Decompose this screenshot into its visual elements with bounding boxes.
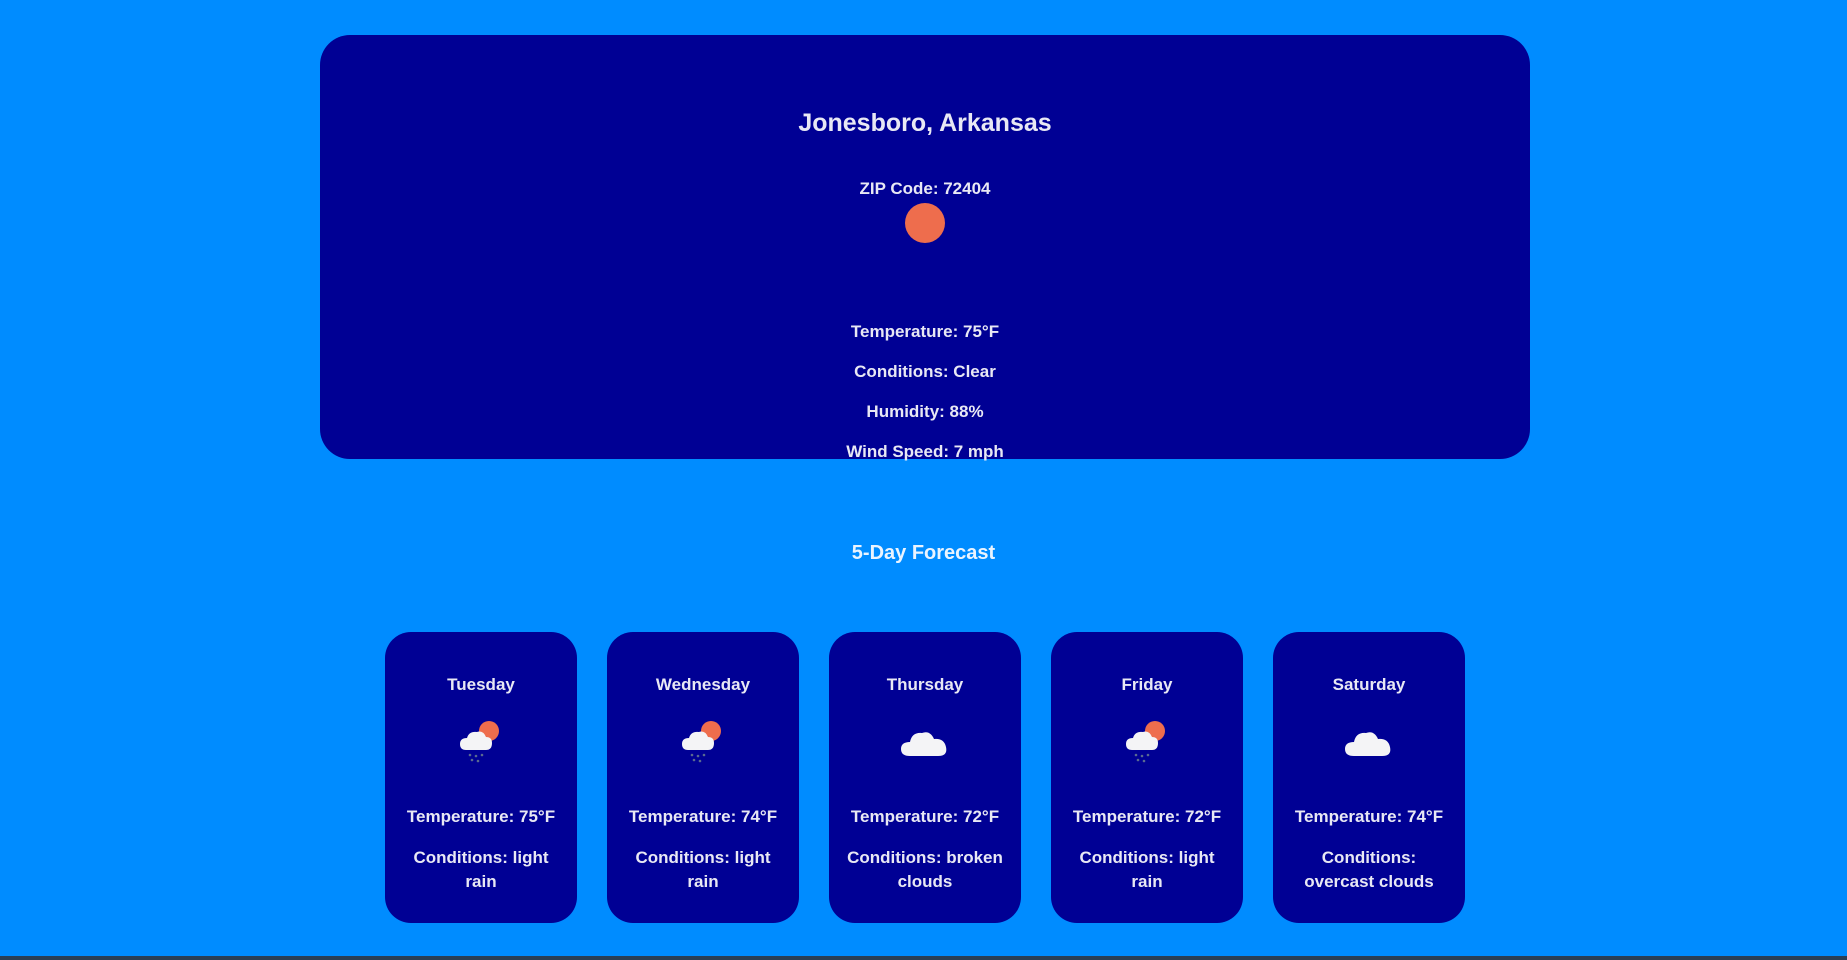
forecast-card-friday: Friday Temperature: 72°F Conditions: lig…: [1051, 632, 1243, 923]
forecast-card-tuesday: Tuesday Temperature: 75°F Conditions: li…: [385, 632, 577, 923]
cloud-icon: [1345, 732, 1391, 756]
zip-code: ZIP Code: 72404: [859, 179, 991, 198]
forecast-card-saturday: Saturday Temperature: 74°F Conditions: o…: [1273, 632, 1465, 923]
cloud-icon: [901, 732, 947, 756]
sun-icon: [905, 203, 945, 243]
forecast-temperature: Temperature: 74°F: [628, 807, 778, 826]
forecast-conditions: Conditions: overcast clouds: [1304, 848, 1434, 891]
forecast-day-name: Tuesday: [447, 675, 515, 694]
forecast-temperature: Temperature: 74°F: [1294, 807, 1444, 826]
forecast-temperature: Temperature: 72°F: [1072, 807, 1222, 826]
forecast-day-name: Saturday: [1332, 675, 1406, 694]
current-temperature: Temperature: 75°F: [850, 322, 1000, 341]
current-weather-card: Jonesboro, Arkansas ZIP Code: 72404 Temp…: [320, 35, 1530, 461]
city-title: Jonesboro, Arkansas: [798, 109, 1052, 137]
forecast-card-thursday: Thursday Temperature: 72°F Conditions: b…: [829, 632, 1021, 923]
forecast-heading: 5-Day Forecast: [851, 542, 996, 564]
forecast-day-name: Thursday: [886, 675, 964, 694]
rain-sun-cloud-icon: [460, 721, 499, 763]
rain-sun-cloud-icon: [682, 721, 721, 763]
current-wind-speed: Wind Speed: 7 mph: [846, 442, 1004, 461]
forecast-temperature: Temperature: 75°F: [406, 807, 556, 826]
current-humidity: Humidity: 88%: [866, 402, 984, 421]
forecast-card-wednesday: Wednesday Temperature: 74°F Conditions: …: [607, 632, 799, 923]
forecast-day-name: Wednesday: [655, 675, 751, 694]
bottom-border: [0, 956, 1847, 960]
forecast-temperature: Temperature: 72°F: [850, 807, 1000, 826]
rain-sun-cloud-icon: [1126, 721, 1165, 763]
current-conditions: Conditions: Clear: [854, 362, 996, 381]
forecast-conditions: Conditions: broken clouds: [847, 848, 1003, 891]
forecast-day-name: Friday: [1121, 675, 1173, 694]
forecast-conditions: Conditions: light rain: [1079, 848, 1215, 891]
forecast-conditions: Conditions: light rain: [413, 848, 549, 891]
forecast-conditions: Conditions: light rain: [635, 848, 771, 891]
